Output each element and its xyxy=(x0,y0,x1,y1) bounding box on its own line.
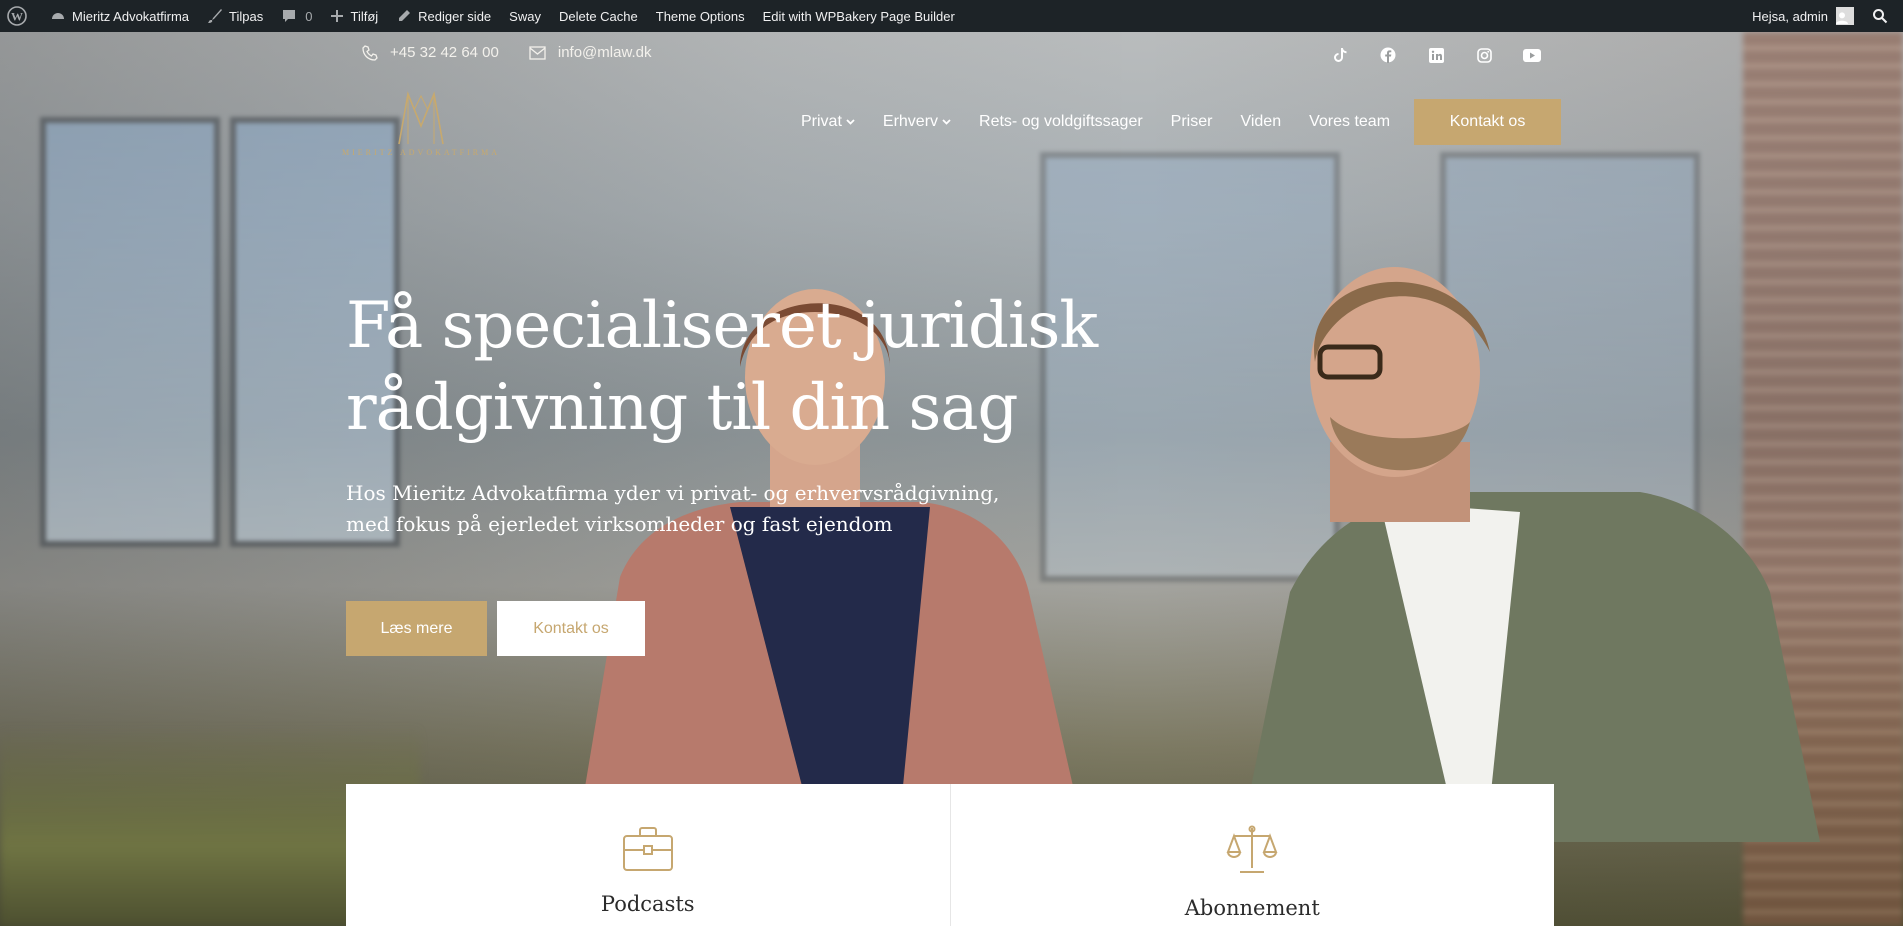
nav-item-erhverv[interactable]: Erhverv xyxy=(883,113,951,131)
nav-item-label: Privat xyxy=(801,113,842,130)
nav-item-vores-team[interactable]: Vores team xyxy=(1309,113,1390,131)
hero-subheadline: Hos Mieritz Advokatfirma yder vi privat-… xyxy=(346,478,1046,540)
greeting-label: Hejsa, admin xyxy=(1752,8,1828,24)
linkedin-icon[interactable] xyxy=(1423,42,1449,68)
social-links xyxy=(1327,42,1545,68)
briefcase-icon xyxy=(622,827,673,871)
hero-section: +45 32 42 64 00 info@mlaw.dk MIERITZ ADV… xyxy=(0,32,1903,926)
admin-edit-page[interactable]: Rediger side xyxy=(387,0,500,32)
nav-item-privat[interactable]: Privat xyxy=(801,113,855,131)
admin-site-name[interactable]: Mieritz Advokatfirma xyxy=(41,0,198,32)
card-title: Abonnement xyxy=(1184,896,1320,920)
scales-icon xyxy=(1226,825,1278,873)
nav-item-label: Priser xyxy=(1170,113,1213,130)
admin-search-icon[interactable] xyxy=(1863,0,1903,32)
nav-item-viden[interactable]: Viden xyxy=(1240,113,1281,131)
logo-monogram-icon xyxy=(398,91,444,145)
phone-icon xyxy=(362,44,378,61)
subheadline-line: med fokus på ejerledet virksomheder og f… xyxy=(346,512,893,536)
admin-delete-cache[interactable]: Delete Cache xyxy=(550,0,647,32)
mail-icon xyxy=(529,45,546,60)
hero-headline: Få specialiseret juridisk rådgivning til… xyxy=(346,285,1106,449)
brush-icon xyxy=(208,9,223,23)
edit-page-label: Rediger side xyxy=(418,8,492,24)
admin-sway[interactable]: Sway xyxy=(500,0,550,32)
new-label: Tilføj xyxy=(350,8,379,24)
admin-account[interactable]: Hejsa, admin xyxy=(1743,0,1863,32)
read-more-button[interactable]: Læs mere xyxy=(346,601,487,656)
site-name-label: Mieritz Advokatfirma xyxy=(72,8,190,24)
background-window xyxy=(40,117,220,547)
subheadline-line: Hos Mieritz Advokatfirma yder vi privat-… xyxy=(346,481,1000,505)
facebook-icon[interactable] xyxy=(1375,42,1401,68)
comments-count: 0 xyxy=(305,8,313,24)
site-logo[interactable]: MIERITZ ADVOKATFIRMA xyxy=(342,90,497,160)
hero-buttons: Læs mere Kontakt os xyxy=(346,601,645,656)
instagram-icon[interactable] xyxy=(1471,42,1497,68)
pencil-icon xyxy=(399,10,411,21)
feature-cards: Podcasts Abonnement xyxy=(346,784,1554,926)
youtube-icon[interactable] xyxy=(1519,42,1545,68)
customize-label: Tilpas xyxy=(229,8,264,24)
svg-text:W: W xyxy=(11,10,23,24)
plus-icon xyxy=(331,10,344,22)
comment-icon xyxy=(283,10,296,22)
nav-item-label: Erhverv xyxy=(882,113,939,130)
admin-theme-options[interactable]: Theme Options xyxy=(647,0,754,32)
phone-link[interactable]: +45 32 42 64 00 xyxy=(362,44,499,61)
main-navigation: Privat Erhverv Rets- og voldgiftssager P… xyxy=(801,99,1562,145)
hero-photo-man xyxy=(1240,267,1820,842)
card-podcasts[interactable]: Podcasts xyxy=(346,784,951,926)
headline-line: Få specialiseret juridisk xyxy=(346,289,1098,363)
top-contact-bar: +45 32 42 64 00 info@mlaw.dk xyxy=(362,44,651,61)
admin-customize[interactable]: Tilpas xyxy=(198,0,272,32)
nav-item-label: Viden xyxy=(1240,113,1282,130)
headline-line: rådgivning til din sag xyxy=(346,371,1018,445)
avatar xyxy=(1836,7,1854,25)
contact-button[interactable]: Kontakt os xyxy=(497,601,645,656)
card-abonnement[interactable]: Abonnement xyxy=(951,784,1555,926)
chevron-down-icon xyxy=(846,117,855,128)
dashboard-icon xyxy=(52,13,64,19)
card-title: Podcasts xyxy=(600,892,695,916)
email-address: info@mlaw.dk xyxy=(557,44,652,61)
admin-new[interactable]: Tilføj xyxy=(321,0,387,32)
email-link[interactable]: info@mlaw.dk xyxy=(529,44,652,61)
nav-item-priser[interactable]: Priser xyxy=(1171,113,1213,131)
nav-item-rets-og-voldgiftssager[interactable]: Rets- og voldgiftssager xyxy=(979,113,1143,131)
nav-item-label: Rets- og voldgiftssager xyxy=(979,113,1143,130)
wp-admin-bar: W Mieritz Advokatfirma Tilpas 0 Tilføj R… xyxy=(0,0,1903,32)
chevron-down-icon xyxy=(942,117,951,128)
logo-text: MIERITZ ADVOKATFIRMA xyxy=(342,148,500,157)
tiktok-icon[interactable] xyxy=(1327,42,1353,68)
admin-wpbakery[interactable]: Edit with WPBakery Page Builder xyxy=(754,0,964,32)
nav-item-label: Vores team xyxy=(1309,113,1391,130)
phone-number: +45 32 42 64 00 xyxy=(390,44,499,61)
admin-comments[interactable]: 0 xyxy=(272,0,321,32)
nav-contact-button[interactable]: Kontakt os xyxy=(1414,99,1562,145)
wordpress-logo-icon[interactable]: W xyxy=(0,0,41,32)
